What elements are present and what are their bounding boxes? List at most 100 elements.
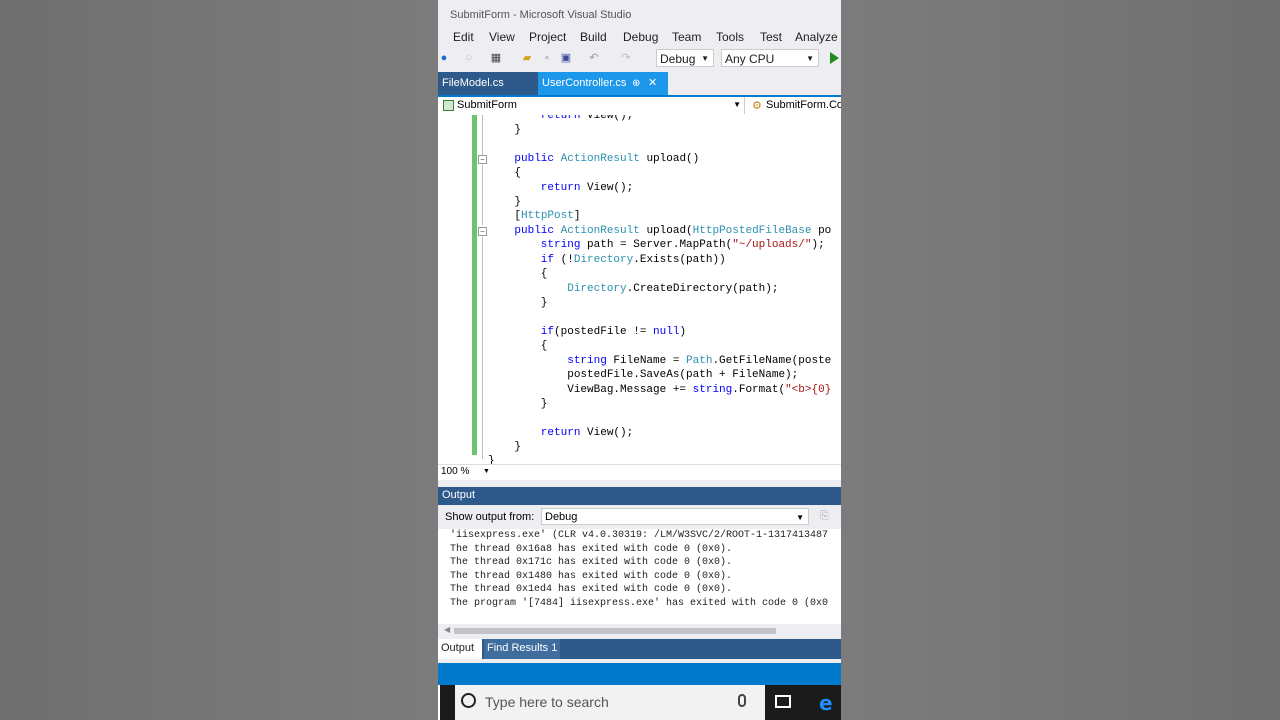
platform-value: Any CPU bbox=[725, 52, 775, 66]
cortana-icon[interactable] bbox=[461, 693, 476, 708]
code-line: if (!Directory.Exists(path)) bbox=[488, 254, 726, 266]
outline-line bbox=[482, 237, 483, 459]
document-tabs: FileModel.cs UserController.cs ⊕ ✕ bbox=[438, 72, 841, 97]
navigation-bar: SubmitForm ▼ ⚙ SubmitForm.Co bbox=[438, 97, 841, 116]
navigate-forward-icon[interactable]: ○ bbox=[463, 52, 475, 64]
start-debugging-icon[interactable] bbox=[830, 52, 839, 64]
undo-icon[interactable]: ↶ bbox=[588, 52, 600, 64]
tab-usercontroller[interactable]: UserController.cs ⊕ ✕ bbox=[538, 72, 668, 95]
outline-line bbox=[482, 165, 483, 225]
code-line: } bbox=[488, 196, 522, 208]
pin-icon[interactable]: ⊕ bbox=[632, 72, 640, 95]
output-line: The thread 0x171c has exited with code 0… bbox=[450, 557, 733, 568]
menu-view[interactable]: View bbox=[489, 30, 515, 44]
close-icon[interactable]: ✕ bbox=[648, 72, 657, 95]
open-file-icon[interactable]: ▰ bbox=[521, 52, 533, 64]
menu-tools[interactable]: Tools bbox=[716, 30, 744, 44]
output-line: 'iisexpress.exe' (CLR v4.0.30319: /LM/W3… bbox=[450, 530, 829, 541]
collapse-icon[interactable]: − bbox=[478, 227, 487, 236]
chevron-down-icon[interactable]: ▼ bbox=[483, 468, 490, 475]
output-line: The program '[7484] iisexpress.exe' has … bbox=[450, 598, 829, 609]
change-tracking-bar bbox=[472, 115, 477, 455]
taskbar-search[interactable]: Type here to search bbox=[455, 685, 765, 720]
project-dropdown[interactable]: SubmitForm ▼ bbox=[438, 97, 745, 114]
code-line: public ActionResult upload(HttpPostedFil… bbox=[488, 225, 832, 237]
right-letterbox bbox=[841, 0, 1280, 720]
code-line: [HttpPost] bbox=[488, 210, 581, 222]
code-line: public ActionResult upload() bbox=[488, 153, 700, 165]
code-line: postedFile.SaveAs(path + FileName); bbox=[488, 369, 799, 381]
save-icon[interactable]: ▪ bbox=[541, 52, 553, 64]
code-editor[interactable]: − − return View(); } public ActionResult… bbox=[438, 115, 841, 464]
left-letterbox bbox=[0, 0, 438, 720]
chevron-down-icon: ▼ bbox=[701, 54, 709, 63]
clear-output-icon[interactable]: ⎘ bbox=[820, 510, 834, 523]
tool-window-tabs: Output Find Results 1 bbox=[438, 639, 841, 659]
search-placeholder: Type here to search bbox=[485, 694, 609, 710]
code-line: } bbox=[488, 455, 495, 464]
output-line: The thread 0x1480 has exited with code 0… bbox=[450, 571, 733, 582]
platform-select[interactable]: Any CPU ▼ bbox=[721, 49, 819, 67]
editor-margin bbox=[438, 115, 472, 464]
type-name: SubmitForm.Co bbox=[766, 99, 841, 111]
tab-find-results[interactable]: Find Results 1 bbox=[484, 639, 561, 659]
output-source-value: Debug bbox=[545, 511, 578, 523]
solution-config-select[interactable]: Debug ▼ bbox=[656, 49, 714, 67]
code-line: } bbox=[488, 441, 522, 453]
code-text: return View(); } public ActionResult upl… bbox=[488, 115, 841, 464]
tab-output[interactable]: Output bbox=[438, 639, 482, 659]
project-name: SubmitForm bbox=[457, 99, 517, 111]
menu-edit[interactable]: Edit bbox=[453, 30, 474, 44]
zoom-level[interactable]: 100 % bbox=[441, 466, 469, 477]
redo-icon[interactable]: ↷ bbox=[620, 52, 632, 64]
editor-zoom-bar: 100 % ▼ bbox=[438, 464, 841, 480]
class-icon: ⚙ bbox=[752, 100, 762, 112]
microphone-icon[interactable] bbox=[738, 694, 746, 707]
navigate-back-icon[interactable]: ● bbox=[438, 52, 450, 64]
windows-taskbar: Type here to search e bbox=[438, 685, 841, 720]
edge-browser-icon[interactable]: e bbox=[819, 691, 833, 715]
output-panel-header: Output bbox=[438, 487, 841, 505]
chevron-down-icon: ▼ bbox=[733, 100, 741, 109]
output-line: The thread 0x16a8 has exited with code 0… bbox=[450, 544, 733, 555]
tab-label: FileModel.cs bbox=[442, 77, 504, 89]
collapse-icon[interactable]: − bbox=[478, 155, 487, 164]
title-bar: SubmitForm - Microsoft Visual Studio bbox=[438, 0, 841, 28]
save-all-icon[interactable]: ▣ bbox=[560, 52, 572, 64]
outline-line bbox=[482, 115, 483, 155]
visual-studio-window: SubmitForm - Microsoft Visual Studio Edi… bbox=[438, 0, 841, 720]
code-line: { bbox=[488, 268, 548, 280]
code-line: ViewBag.Message += string.Format("<b>{0} bbox=[488, 384, 832, 396]
new-project-icon[interactable]: ▦ bbox=[490, 52, 502, 64]
start-button[interactable] bbox=[438, 685, 440, 720]
code-line: string FileName = Path.GetFileName(poste bbox=[488, 355, 832, 367]
outlining-margin: − − bbox=[478, 115, 488, 464]
menu-project[interactable]: Project bbox=[529, 30, 566, 44]
menu-team[interactable]: Team bbox=[672, 30, 701, 44]
code-line: return View(); bbox=[488, 427, 634, 439]
code-line: return View(); bbox=[488, 182, 634, 194]
chevron-down-icon: ▼ bbox=[796, 513, 804, 522]
output-text[interactable]: 'iisexpress.exe' (CLR v4.0.30319: /LM/W3… bbox=[438, 529, 841, 624]
tab-filemodel[interactable]: FileModel.cs bbox=[438, 72, 542, 95]
output-toolbar: Show output from: Debug ▼ ⎘ bbox=[438, 505, 841, 529]
menu-test[interactable]: Test bbox=[760, 30, 782, 44]
standard-toolbar: ● ○ ▦ ▰ ▪ ▣ ↶ ↷ Debug ▼ Any CPU ▼ bbox=[438, 46, 841, 72]
task-view-icon[interactable] bbox=[775, 695, 791, 708]
menu-build[interactable]: Build bbox=[580, 30, 607, 44]
output-source-select[interactable]: Debug ▼ bbox=[541, 508, 809, 525]
type-dropdown[interactable]: ⚙ SubmitForm.Co bbox=[750, 97, 841, 114]
scroll-left-icon[interactable]: ◀ bbox=[444, 625, 450, 634]
code-line: string path = Server.MapPath("~/uploads/… bbox=[488, 239, 825, 251]
chevron-down-icon: ▼ bbox=[806, 54, 814, 63]
scroll-thumb[interactable] bbox=[454, 628, 776, 634]
code-line: } bbox=[488, 124, 522, 136]
code-line: } bbox=[488, 398, 548, 410]
menu-debug[interactable]: Debug bbox=[623, 30, 658, 44]
output-panel-title: Output bbox=[442, 489, 476, 501]
output-line: The thread 0x1ed4 has exited with code 0… bbox=[450, 584, 733, 595]
code-line: Directory.CreateDirectory(path); bbox=[567, 283, 779, 295]
code-line: return View(); bbox=[488, 115, 634, 122]
menu-analyze[interactable]: Analyze bbox=[795, 30, 838, 44]
output-horizontal-scrollbar[interactable]: ◀ bbox=[438, 624, 841, 638]
